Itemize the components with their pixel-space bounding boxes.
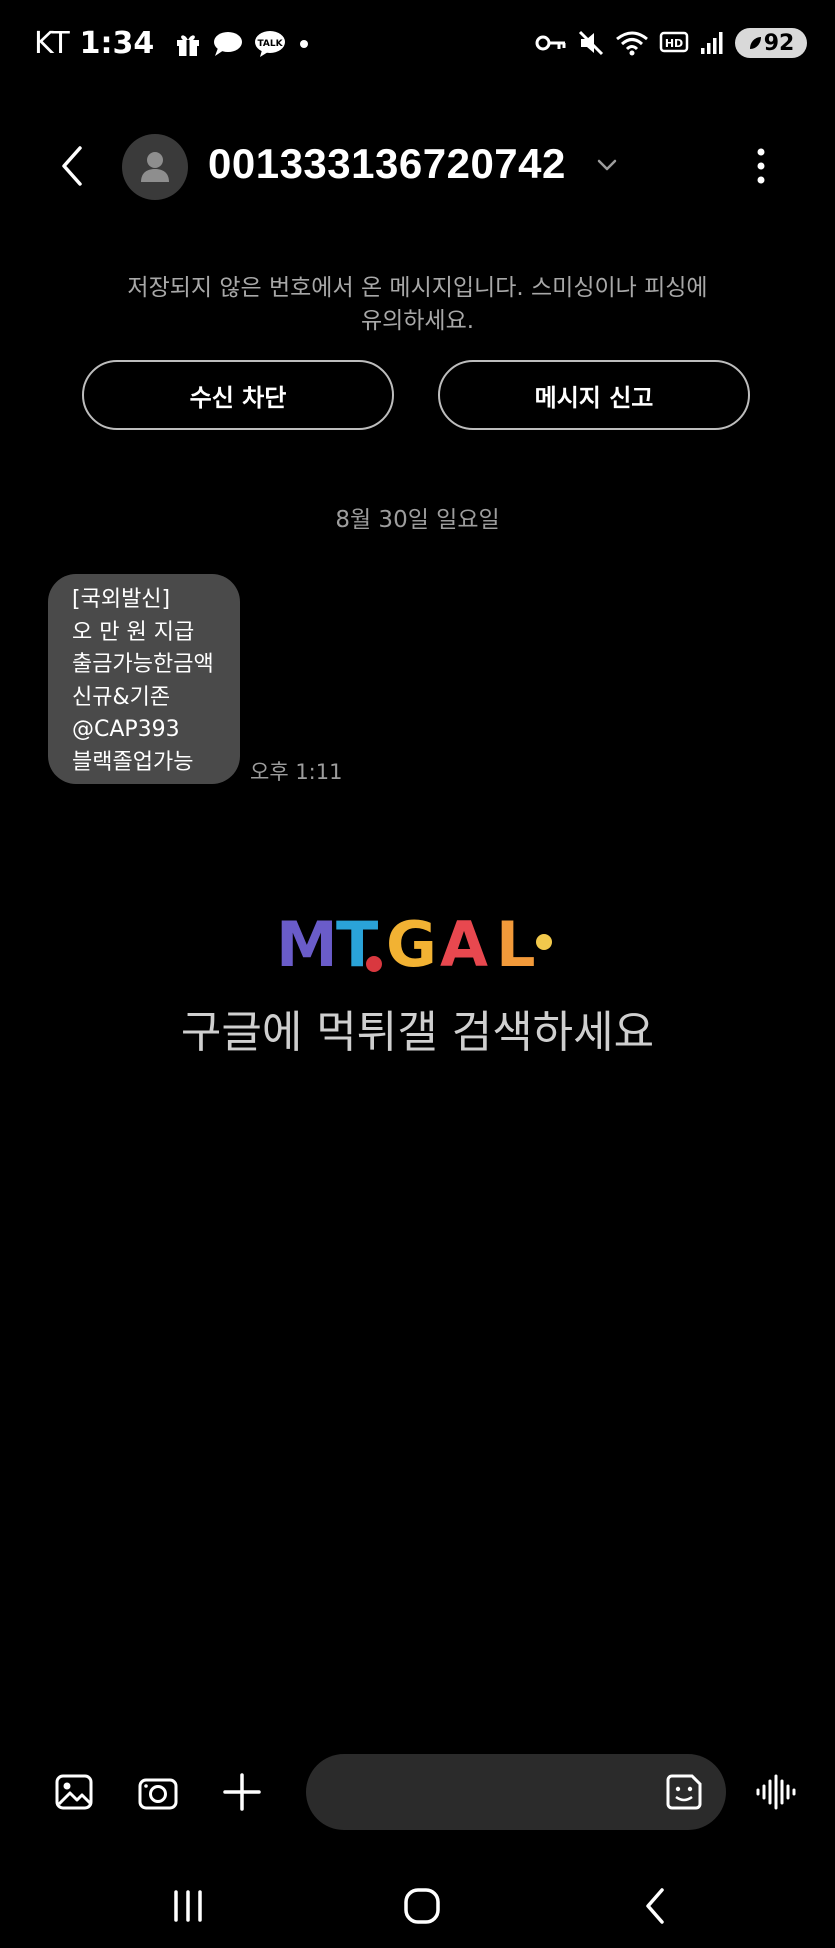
more-vert-icon: [757, 148, 765, 184]
message-line: 블랙졸업가능: [72, 749, 194, 775]
chevron-left-icon: [62, 146, 82, 186]
message-time: 오후 1:11: [250, 760, 343, 784]
svg-text:M: M: [276, 908, 338, 976]
back-icon: [646, 1888, 664, 1924]
mtgal-logo: M T G A L: [274, 908, 554, 981]
more-options-button[interactable]: [746, 144, 776, 188]
message-line: 신규&기존: [72, 684, 171, 710]
promo-caption: 구글에 먹튀갤 검색하세요: [180, 1007, 655, 1058]
warning-line-1: 저장되지 않은 번호에서 온 메시지입니다. 스미싱이나 피싱에: [127, 275, 708, 301]
camera-icon: [138, 1778, 178, 1810]
svg-text:A: A: [440, 908, 488, 976]
message-input[interactable]: [334, 1754, 638, 1832]
gift-icon: [174, 30, 202, 58]
gallery-button[interactable]: [52, 1770, 96, 1814]
person-icon: [141, 152, 169, 182]
message-line: 출금가능한금액: [72, 652, 214, 677]
vpn-key-icon: [535, 31, 567, 55]
hd-voice-icon: HD: [659, 30, 689, 56]
warning-line-2: 유의하세요.: [360, 308, 475, 334]
camera-button[interactable]: [136, 1770, 180, 1814]
svg-text:G: G: [386, 908, 437, 976]
contact-details-button[interactable]: [594, 152, 620, 178]
voice-record-icon: [756, 1774, 796, 1810]
battery-level: 92: [763, 30, 795, 56]
status-bar: KT 1:34 TALK HD 92: [0, 0, 835, 92]
avatar[interactable]: [122, 134, 188, 200]
report-message-button[interactable]: 메시지 신고: [438, 360, 750, 430]
svg-text:L: L: [496, 908, 536, 976]
message-bubble[interactable]: [국외발신] 오 만 원 지급 출금가능한금액 신규&기존 @CAP393 블랙…: [48, 574, 240, 784]
message-line: @CAP393: [72, 717, 180, 742]
battery-indicator: 92: [735, 28, 807, 58]
sticker-button[interactable]: [664, 1772, 704, 1812]
home-button[interactable]: [400, 1886, 444, 1926]
recent-apps-icon: [174, 1890, 202, 1922]
attach-button[interactable]: [220, 1770, 264, 1814]
system-navigation-bar: [0, 1876, 835, 1936]
mute-icon: [577, 29, 605, 57]
date-separator: 8월 30일 일요일: [335, 507, 500, 533]
carrier-label: KT: [34, 26, 70, 61]
home-icon: [404, 1888, 440, 1924]
back-button[interactable]: [52, 142, 92, 190]
notification-dot-icon: [296, 36, 312, 52]
chat-bubble-icon: [212, 30, 244, 58]
mtgal-logo-graphic: M T G A L: [276, 908, 552, 981]
kakaotalk-label: TALK: [258, 39, 284, 49]
signal-icon: [699, 30, 725, 56]
voice-record-button[interactable]: [754, 1770, 798, 1814]
status-time: 1:34: [79, 26, 155, 61]
kakaotalk-icon: TALK: [254, 30, 286, 58]
contact-number[interactable]: 001333136720742: [208, 140, 566, 188]
compose-bar: [0, 1752, 835, 1832]
chevron-down-icon: [597, 159, 617, 171]
conversation-header: 001333136720742: [0, 120, 835, 212]
gallery-icon: [55, 1774, 93, 1810]
message-compose-field[interactable]: [306, 1754, 726, 1832]
status-left: KT 1:34 TALK: [34, 26, 312, 61]
plus-icon: [223, 1773, 261, 1811]
message-line: [국외발신]: [72, 587, 171, 612]
nav-back-button[interactable]: [634, 1886, 678, 1926]
message-line: 오 만 원 지급: [72, 619, 195, 645]
sticker-icon: [666, 1774, 702, 1810]
unknown-sender-warning: 저장되지 않은 번호에서 온 메시지입니다. 스미싱이나 피싱에 유의하세요.: [80, 272, 755, 338]
hd-label: HD: [665, 37, 683, 50]
wifi-icon: [615, 29, 649, 57]
block-number-button[interactable]: 수신 차단: [82, 360, 394, 430]
status-right: HD 92: [535, 28, 807, 58]
recent-apps-button[interactable]: [166, 1886, 210, 1926]
battery-saver-icon: [749, 37, 761, 49]
